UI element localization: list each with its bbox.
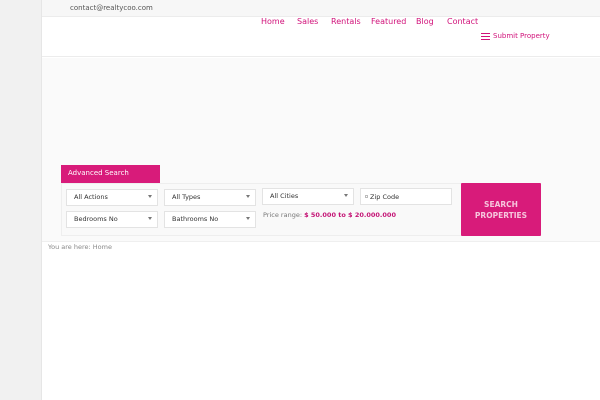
search-properties-button[interactable]: SEARCH PROPERTIES <box>461 183 541 236</box>
advanced-search-tab[interactable]: Advanced Search <box>61 165 160 183</box>
page-container: contact@realtycoo.com Home Sales Rentals… <box>41 0 600 400</box>
types-select-value: All Types <box>172 193 201 201</box>
nav-item-rentals[interactable]: Rentals <box>331 17 361 33</box>
caret-down-icon <box>148 195 152 198</box>
nav-item-home[interactable]: Home <box>261 17 285 33</box>
types-select[interactable]: All Types <box>164 189 256 206</box>
nav-item-featured[interactable]: Featured <box>371 17 406 33</box>
caret-down-icon <box>246 217 250 220</box>
nav-item-blog[interactable]: Blog <box>416 17 434 33</box>
actions-select[interactable]: All Actions <box>66 189 158 206</box>
zip-code-input[interactable]: Zip Code <box>360 188 452 205</box>
bathrooms-select-value: Bathrooms No <box>172 215 219 223</box>
price-range-value: $ 50.000 to $ 20.000.000 <box>304 211 396 219</box>
menu-icon <box>481 32 490 40</box>
checkbox-icon <box>365 195 368 198</box>
cities-select-value: All Cities <box>270 192 299 200</box>
price-range[interactable]: Price range: $ 50.000 to $ 20.000.000 <box>263 211 396 219</box>
bathrooms-select[interactable]: Bathrooms No <box>164 211 256 228</box>
caret-down-icon <box>246 195 250 198</box>
nav-item-contact[interactable]: Contact <box>447 17 478 33</box>
nav-item-sales[interactable]: Sales <box>297 17 318 33</box>
bedrooms-select[interactable]: Bedrooms No <box>66 211 158 228</box>
submit-property-label: Submit Property <box>493 32 550 40</box>
price-range-label: Price range: <box>263 211 303 219</box>
bedrooms-select-value: Bedrooms No <box>74 215 118 223</box>
advanced-search-panel: All Actions All Types All Cities Zip Cod… <box>61 183 541 236</box>
caret-down-icon <box>148 217 152 220</box>
caret-down-icon <box>344 194 348 197</box>
top-bar: contact@realtycoo.com <box>42 0 600 17</box>
cities-select[interactable]: All Cities <box>262 188 354 205</box>
site-header: Home Sales Rentals Featured Blog Contact… <box>42 17 600 57</box>
submit-property-link[interactable]: Submit Property <box>481 32 550 40</box>
contact-email[interactable]: contact@realtycoo.com <box>70 4 153 12</box>
search-button-line2: PROPERTIES <box>474 211 528 220</box>
search-button-line1: SEARCH <box>484 200 518 209</box>
breadcrumb: You are here: Home <box>48 243 112 251</box>
actions-select-value: All Actions <box>74 193 108 201</box>
zip-code-placeholder: Zip Code <box>370 193 400 201</box>
breadcrumb-divider <box>42 241 600 242</box>
